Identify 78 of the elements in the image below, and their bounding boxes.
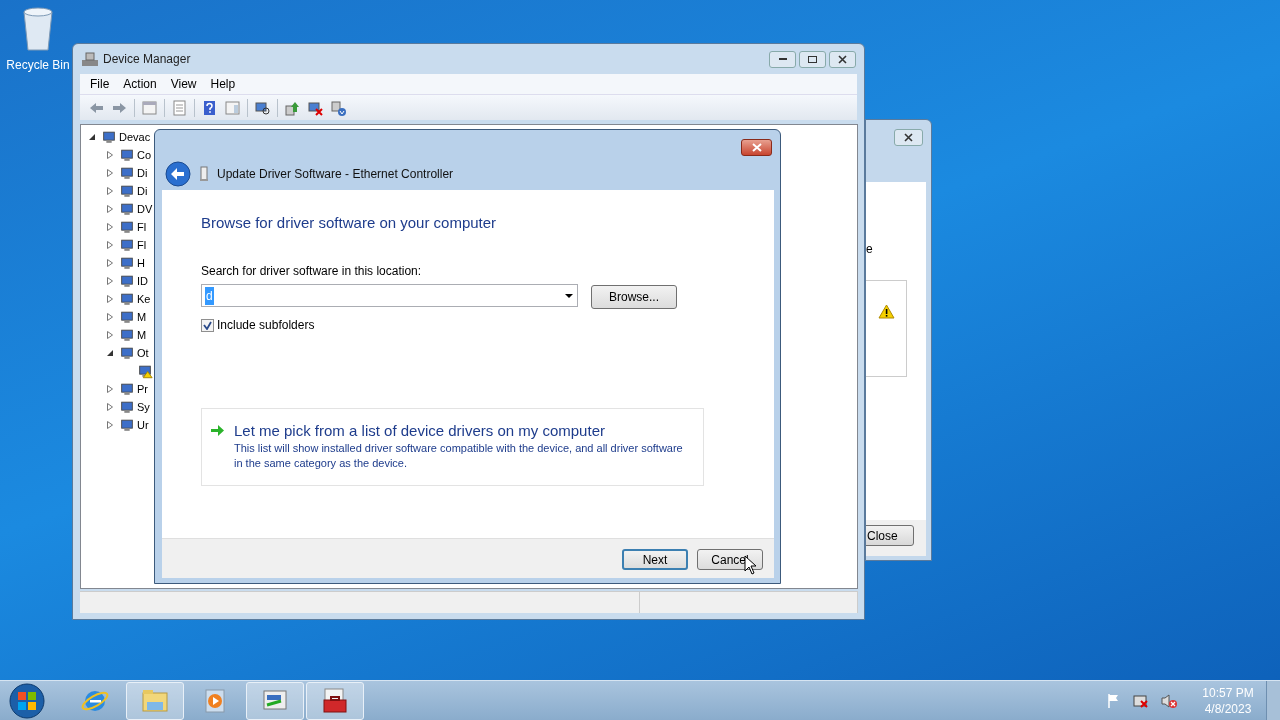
- device-icon: [119, 417, 135, 433]
- checkbox-label: Include subfolders: [217, 317, 315, 334]
- recycle-bin-icon[interactable]: [20, 6, 56, 52]
- device-icon: [119, 237, 135, 253]
- option-title: Let me pick from a list of device drivers on my computer: [234, 421, 605, 441]
- tree-item[interactable]: M: [137, 326, 147, 344]
- tree-item[interactable]: Di: [137, 182, 148, 200]
- muted-speaker-icon[interactable]: [1160, 692, 1178, 709]
- tree-item[interactable]: Co: [137, 146, 152, 164]
- device-icon: [119, 327, 135, 343]
- window-title: Device Manager: [103, 51, 191, 68]
- dialog-heading: Browse for driver software on your computer: [201, 213, 497, 233]
- device-icon: [119, 399, 135, 415]
- tree-item[interactable]: ID: [137, 272, 148, 290]
- expander-icon[interactable]: [87, 133, 97, 141]
- tree-item[interactable]: Ot: [137, 344, 149, 362]
- tree-item[interactable]: Sy: [137, 398, 150, 416]
- close-button[interactable]: [741, 139, 772, 156]
- device-icon: [119, 147, 135, 163]
- close-icon: [751, 143, 762, 152]
- browse-button[interactable]: Browse...: [591, 285, 677, 309]
- close-icon: [904, 133, 913, 142]
- device-icon: [101, 129, 117, 145]
- device-icon: [119, 183, 135, 199]
- device-manager-icon: [81, 51, 99, 67]
- dialog-button[interactable]: Next: [622, 549, 688, 570]
- tree-item[interactable]: M: [137, 308, 147, 326]
- start-button[interactable]: [8, 681, 46, 720]
- network-adapter-icon: [199, 166, 209, 182]
- taskbar-button[interactable]: [306, 681, 364, 720]
- include-subfolders-checkbox[interactable]: [201, 318, 214, 332]
- menu-item[interactable]: View: [164, 75, 203, 93]
- device-icon: [119, 291, 135, 307]
- tree-item[interactable]: DV: [137, 200, 153, 218]
- tree-item[interactable]: Fl: [137, 218, 147, 236]
- help-icon[interactable]: [201, 99, 218, 116]
- tree-item[interactable]: Di: [137, 164, 148, 182]
- device-icon: [119, 165, 135, 181]
- device-icon: [119, 273, 135, 289]
- show-desktop-button[interactable]: [1266, 680, 1280, 720]
- monitor-search-icon[interactable]: [254, 99, 271, 116]
- text-fragment: e: [866, 241, 873, 258]
- download-arrow-icon[interactable]: [330, 99, 347, 116]
- dialog-title: Update Driver Software - Ethernet Controller: [217, 166, 454, 183]
- warning-icon: [878, 304, 895, 319]
- close-icon: [838, 54, 847, 64]
- tree-item[interactable]: Devac: [119, 128, 151, 146]
- close-button[interactable]: [829, 50, 856, 68]
- menu-item[interactable]: Action: [117, 75, 163, 93]
- option-description: This list will show installed driver software compatible with the device, and all driver software in the same category as the device.: [234, 441, 684, 471]
- menu-item[interactable]: File: [84, 75, 116, 93]
- tree-item[interactable]: Fl: [137, 236, 147, 254]
- device-icon: [119, 381, 135, 397]
- back-button[interactable]: [165, 161, 191, 187]
- tree-item[interactable]: Ke: [137, 290, 151, 308]
- close-button[interactable]: Close: [866, 525, 914, 546]
- location-value: d: [205, 286, 214, 305]
- device-icon: [119, 219, 135, 235]
- desktop-icon-label[interactable]: Recycle Bin: [6, 56, 70, 74]
- device-icon: [119, 309, 135, 325]
- tree-item[interactable]: Ur: [137, 416, 149, 434]
- device-icon: [119, 255, 135, 271]
- maximize-button[interactable]: [799, 50, 826, 68]
- expander-icon[interactable]: [105, 349, 115, 357]
- dropdown-arrow-icon: [565, 293, 573, 298]
- location-label: Search for driver software in this location:: [201, 263, 422, 280]
- minimize-button[interactable]: [769, 50, 796, 68]
- network-error-icon[interactable]: [1132, 692, 1150, 709]
- monitor-x-icon[interactable]: [307, 99, 324, 116]
- tree-item[interactable]: H: [137, 254, 145, 272]
- arrow-icon: [210, 424, 225, 437]
- pick-driver-option[interactable]: Let me pick from a list of device drivers on my computer This list will show installed driver software compatible with the device, and all driver software in the same category as the device.: [201, 408, 704, 486]
- device-icon: [119, 201, 135, 217]
- tree-item[interactable]: Pr: [137, 380, 148, 398]
- taskbar-button[interactable]: [246, 681, 304, 720]
- close-button[interactable]: [894, 129, 923, 146]
- menu-item[interactable]: Help: [204, 75, 242, 93]
- device-icon: [119, 345, 135, 361]
